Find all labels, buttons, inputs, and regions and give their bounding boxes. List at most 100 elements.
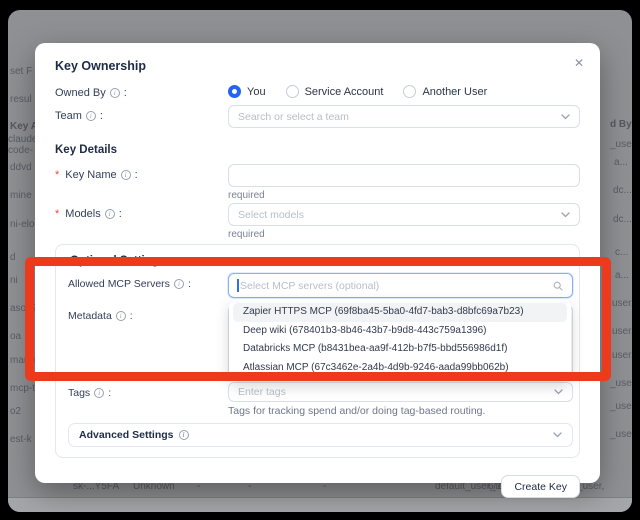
radio-owned-by-another-user[interactable]: Another User <box>403 85 487 98</box>
bg-text: ddvd <box>10 162 32 174</box>
radio-label: You <box>247 86 266 98</box>
team-placeholder: Search or select a team <box>238 111 349 123</box>
info-icon[interactable]: i <box>105 209 115 219</box>
bg-text: user, <box>612 350 632 362</box>
owned-by-label: Owned By <box>55 87 106 99</box>
radio-owned-by-you[interactable]: You <box>228 85 266 98</box>
radio-owned-by-service-account[interactable]: Service Account <box>286 85 384 98</box>
key-name-required-note: required <box>228 190 580 201</box>
label-colon: : <box>130 310 133 322</box>
mcp-servers-dropdown: Zapier HTTPS MCP (69f8ba45-5ba0-4fd7-bab… <box>229 299 571 381</box>
metadata-label-group: Metadata i : <box>68 305 228 322</box>
info-icon[interactable]: i <box>121 170 131 180</box>
radio-label: Another User <box>422 86 487 98</box>
info-icon[interactable]: i <box>179 430 189 440</box>
required-asterisk: * <box>55 208 59 220</box>
chevron-down-icon <box>561 212 570 218</box>
info-icon[interactable]: i <box>116 311 126 321</box>
dropdown-option-deep-wiki[interactable]: Deep wiki (678401b3-8b46-43b7-b9d8-443c7… <box>233 322 567 341</box>
radio-unselected-icon <box>286 85 299 98</box>
key-name-label: Key Name <box>65 169 116 181</box>
info-icon[interactable]: i <box>110 88 120 98</box>
radio-unselected-icon <box>403 85 416 98</box>
advanced-settings-toggle[interactable]: Advanced Settings i <box>68 423 573 447</box>
bg-text: c... <box>615 247 628 259</box>
tags-label: Tags <box>68 387 90 399</box>
search-icon <box>553 281 563 291</box>
tags-row: Tags i : Enter tags Tags for tracking sp… <box>68 382 573 417</box>
dropdown-option-zapier[interactable]: Zapier HTTPS MCP (69f8ba45-5ba0-4fd7-bab… <box>233 303 567 322</box>
label-colon: : <box>135 169 138 181</box>
models-select[interactable]: Select models <box>228 203 580 226</box>
key-name-row: * Key Name i : required <box>55 164 580 201</box>
bg-text: ason2 <box>10 303 37 315</box>
mcp-servers-label: Allowed MCP Servers <box>68 278 170 290</box>
mcp-servers-input[interactable]: Select MCP servers (optional) <box>228 273 573 298</box>
tags-help-text: Tags for tracking spend and/or doing tag… <box>228 405 573 417</box>
bg-text: o2 <box>10 406 21 418</box>
bg-text: _user, <box>610 401 632 413</box>
modal-title: Key Ownership <box>55 59 580 74</box>
mcp-label-group: Allowed MCP Servers i : <box>68 273 228 290</box>
bg-text: est-k <box>10 434 32 446</box>
bg-text: mine <box>10 190 32 202</box>
models-row: * Models i : Select models required <box>55 203 580 240</box>
owned-by-row: Owned By i : You Service Account Another… <box>55 82 580 99</box>
bg-text: set F <box>10 66 32 78</box>
close-icon[interactable]: ✕ <box>574 56 584 70</box>
models-required-note: required <box>228 229 580 240</box>
chevron-down-icon <box>561 114 570 120</box>
bg-text: mcp-t <box>10 383 35 395</box>
models-placeholder: Select models <box>238 209 304 221</box>
key-ownership-modal: Key Ownership ✕ Owned By i : You Service… <box>35 43 600 483</box>
info-icon[interactable]: i <box>174 279 184 289</box>
optional-settings-toggle[interactable]: Optional Settings <box>68 253 573 267</box>
label-colon: : <box>100 110 103 122</box>
radio-selected-icon <box>228 85 241 98</box>
dropdown-option-atlassian[interactable]: Atlassian MCP (67c3462e-2a4b-4d9b-9246-a… <box>233 359 567 378</box>
dropdown-option-databricks[interactable]: Databricks MCP (b8431bea-aa9f-412b-b7f5-… <box>233 340 567 359</box>
bg-text: oa <box>10 331 21 343</box>
bg-text: Key A <box>10 121 38 133</box>
team-select[interactable]: Search or select a team <box>228 105 580 128</box>
bg-text: user, <box>612 326 632 338</box>
owned-by-radio-group: You Service Account Another User <box>228 82 580 98</box>
team-row: Team i : Search or select a team <box>55 105 580 128</box>
bg-text: d <box>10 252 16 264</box>
models-label-group: * Models i : <box>55 203 228 220</box>
optional-settings-heading: Optional Settings <box>70 255 165 267</box>
chevron-down-icon <box>553 432 562 438</box>
mcp-servers-row: Allowed MCP Servers i : Select MCP serve… <box>68 273 573 298</box>
chevron-down-icon <box>554 389 563 395</box>
tags-select[interactable]: Enter tags <box>228 382 573 402</box>
label-colon: : <box>188 278 191 290</box>
bg-text: user, <box>612 298 632 310</box>
bg-text: dc... <box>613 214 632 226</box>
key-name-input[interactable] <box>228 164 580 187</box>
bg-text: _user, <box>610 429 632 441</box>
team-label: Team <box>55 110 82 122</box>
label-colon: : <box>119 208 122 220</box>
info-icon[interactable]: i <box>86 111 96 121</box>
models-label: Models <box>65 208 100 220</box>
info-icon[interactable]: i <box>94 388 104 398</box>
label-colon: : <box>124 87 127 99</box>
bg-text: d By <box>610 119 632 131</box>
text-cursor <box>237 279 239 292</box>
bg-text: a... <box>615 270 629 282</box>
bg-footer-band <box>8 498 632 512</box>
key-details-heading: Key Details <box>55 144 580 156</box>
radio-label: Service Account <box>305 86 384 98</box>
bg-text: _user, <box>610 139 632 151</box>
bg-text: code- <box>8 145 33 157</box>
tags-label-group: Tags i : <box>68 382 228 399</box>
bg-text: a... <box>614 157 628 169</box>
bg-text: dc... <box>613 185 632 197</box>
label-colon: : <box>108 387 111 399</box>
metadata-label: Metadata <box>68 310 112 322</box>
bg-text: manu <box>10 355 35 367</box>
required-asterisk: * <box>55 169 59 181</box>
bg-text: resul <box>10 94 32 106</box>
create-key-button[interactable]: Create Key <box>501 475 580 498</box>
advanced-settings-heading: Advanced Settings <box>79 429 174 441</box>
